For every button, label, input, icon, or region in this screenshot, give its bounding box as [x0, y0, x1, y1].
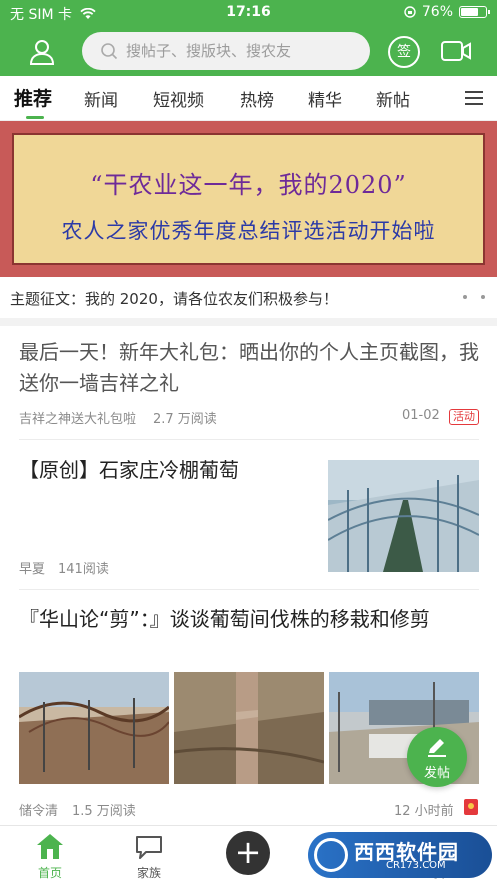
divider	[19, 439, 479, 440]
status-bar: 无 SIM 卡 17:16 76%	[0, 0, 497, 26]
watermark-logo-icon	[314, 838, 348, 872]
post-author: 早夏	[19, 562, 46, 577]
tab-recommended[interactable]: 推荐	[14, 84, 52, 111]
tab-featured[interactable]: 精华	[308, 86, 342, 111]
activity-badge: 活动	[449, 409, 479, 425]
pencil-icon	[428, 739, 446, 757]
new-post-label: 发帖	[423, 766, 450, 781]
post-reads: 2.7 万阅读	[153, 412, 217, 427]
user-profile-icon[interactable]	[28, 38, 56, 66]
tab-news[interactable]: 新闻	[84, 86, 118, 111]
red-packet-icon	[464, 799, 478, 815]
home-icon	[37, 834, 63, 859]
topic-text: 主题征文：我的 2020，请各位农友们积极参与！	[10, 290, 338, 308]
battery-icon	[459, 6, 490, 18]
carousel-dot	[463, 295, 467, 299]
post-thumbnail[interactable]	[328, 460, 479, 572]
post-title[interactable]: 【原创】石家庄冷棚葡萄	[19, 455, 319, 486]
chat-bubble-icon	[136, 836, 162, 859]
new-post-button[interactable]: 发帖	[407, 727, 467, 787]
status-right: 76%	[404, 4, 490, 20]
post-reads: 1.5 万阅读	[72, 804, 136, 819]
banner-subline: 农人之家优秀年度总结评选活动开始啦	[61, 219, 436, 243]
sign-in-button[interactable]: 签	[388, 36, 420, 68]
post-reads: 141阅读	[58, 562, 109, 577]
sign-in-label: 签	[397, 44, 411, 60]
promo-banner[interactable]: “干农业这一年，我的2020” 农人之家优秀年度总结评选活动开始啦	[0, 121, 497, 277]
carousel-dots	[463, 295, 485, 299]
menu-icon[interactable]	[465, 90, 483, 106]
category-tabs: 推荐 新闻 短视频 热榜 精华 新帖	[0, 76, 497, 121]
search-input[interactable]	[124, 41, 368, 61]
orientation-lock-icon	[404, 6, 416, 18]
carousel-dot	[481, 295, 485, 299]
post-author: 储令清	[19, 804, 59, 819]
post-image[interactable]	[174, 672, 324, 784]
divider	[19, 589, 479, 590]
banner-headline: “干农业这一年，我的2020”	[90, 171, 407, 199]
post-title[interactable]: 『华山论“剪”：』谈谈葡萄间伐株的移栽和修剪	[19, 604, 479, 635]
search-bar[interactable]	[82, 32, 370, 70]
post-author: 吉祥之神送大礼包啦	[19, 412, 137, 427]
battery-percent: 76%	[421, 4, 453, 20]
tab-new-posts[interactable]: 新帖	[376, 86, 410, 111]
post-image[interactable]	[19, 672, 169, 784]
section-separator	[0, 318, 497, 326]
site-watermark: 西西软件园 CR173.COM	[308, 832, 492, 878]
nav-home-label: 首页	[37, 866, 62, 880]
topic-strip[interactable]: 主题征文：我的 2020，请各位农友们积极参与！	[0, 278, 497, 318]
tab-hot-list[interactable]: 热榜	[240, 86, 274, 111]
tab-short-video[interactable]: 短视频	[153, 86, 204, 111]
battery-level	[461, 8, 478, 16]
top-bar: 签	[0, 26, 497, 76]
watermark-domain: CR173.COM	[386, 860, 446, 871]
post-title[interactable]: 最后一天！新年大礼包：晒出你的个人主页截图，我送你一墙吉祥之礼	[19, 337, 479, 399]
post-date: 01-02	[402, 408, 440, 423]
video-camera-icon[interactable]	[440, 38, 472, 64]
create-button[interactable]: +	[226, 831, 270, 875]
search-icon	[101, 43, 118, 60]
post-date: 12 小时前	[394, 804, 454, 819]
nav-family-label: 家族	[136, 866, 161, 880]
banner-frame: “干农业这一年，我的2020” 农人之家优秀年度总结评选活动开始啦	[12, 133, 485, 265]
active-tab-indicator	[26, 116, 44, 119]
